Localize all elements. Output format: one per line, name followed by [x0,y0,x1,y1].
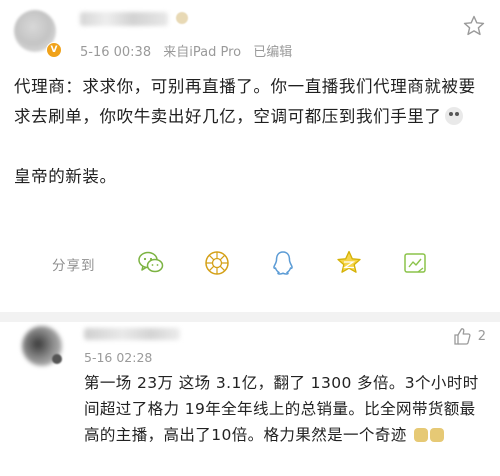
comment-time: 5-16 02:28 [84,350,153,365]
qzone-icon[interactable] [334,248,364,278]
share-bar: 分享到 [52,244,492,284]
post-paragraph-1: 代理商：求求你，可别再直播了。你一直播我们代理商就被要求去刷单，你吹牛卖出好几亿… [14,77,476,126]
wechat-icon[interactable] [136,248,166,278]
post-meta: 5-16 00:38 来自iPad Pro 已编辑 [80,41,300,60]
emoji-face-icon [444,107,463,125]
like-button[interactable]: 2 [452,326,486,346]
like-count: 2 [477,328,486,344]
section-divider [0,312,500,322]
edited-label[interactable]: 已编辑 [253,45,292,60]
moments-icon[interactable] [202,248,232,278]
cat-emoji-icon [413,428,428,442]
post-time: 5-16 00:38 [80,45,152,60]
favorite-star-icon[interactable] [462,14,486,38]
post-source: 来自iPad Pro [163,45,242,60]
commenter-name-blurred[interactable] [84,328,180,340]
comment-text: 第一场 23万 这场 3.1亿，翻了 1300 多倍。3个小时时间超过了格力 1… [84,370,486,448]
weibo-share-icon[interactable] [400,248,430,278]
weibo-post: V 5-16 00:38 来自iPad Pro 已编辑 代理商：求求你，可别再直… [0,0,500,312]
member-badge-icon [176,12,188,24]
cat-emoji-icon-2 [429,428,444,442]
post-body: 代理商：求求你，可别再直播了。你一直播我们代理商就被要求去刷单，你吹牛卖出好几亿… [14,72,484,192]
verified-badge: V [46,42,62,58]
comment-item: 5-16 02:28 2 第一场 23万 这场 3.1亿，翻了 1300 多倍。… [0,322,500,476]
post-paragraph-2: 皇帝的新装。 [14,167,117,186]
share-label: 分享到 [52,258,96,274]
qq-icon[interactable] [268,248,298,278]
commenter-badge-icon [52,354,62,364]
thumbs-up-icon[interactable] [452,326,472,346]
author-name-blurred[interactable] [80,12,168,26]
